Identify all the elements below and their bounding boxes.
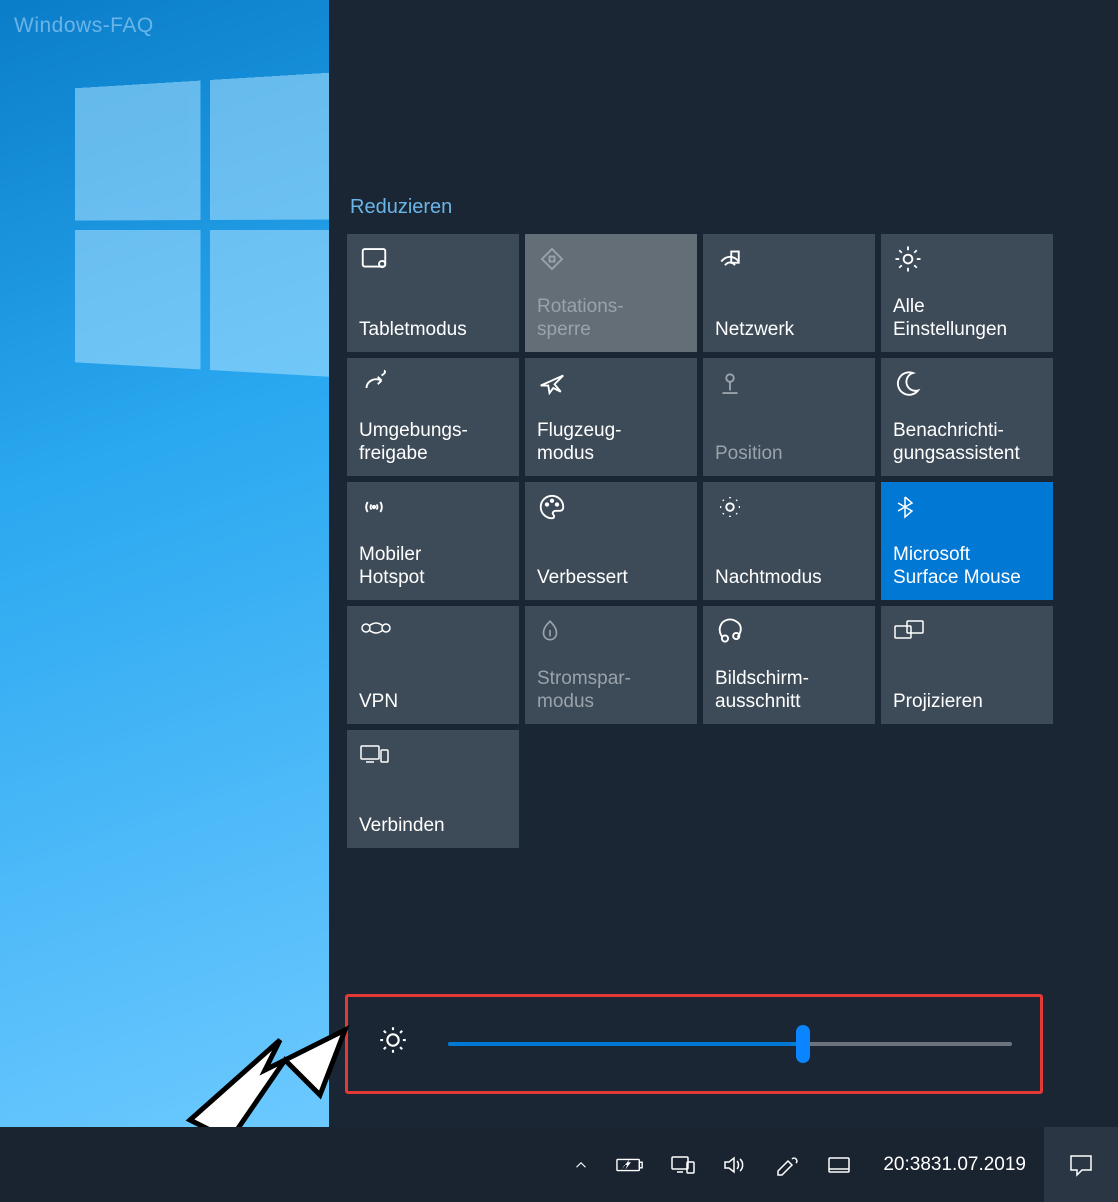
tile-location[interactable]: Position (703, 358, 875, 476)
tile-vpn[interactable]: VPN (347, 606, 519, 724)
gear-icon (893, 244, 1041, 286)
tile-tabletmode[interactable]: Tabletmodus (347, 234, 519, 352)
tile-label: Position (715, 443, 863, 466)
tile-screen-snip[interactable]: Bildschirm- ausschnitt (703, 606, 875, 724)
tile-connect[interactable]: Verbinden (347, 730, 519, 848)
tile-label: Bildschirm- ausschnitt (715, 668, 863, 714)
tile-nearby-sharing[interactable]: Umgebungs- freigabe (347, 358, 519, 476)
vpn-icon (359, 616, 507, 658)
rotation-lock-icon (537, 244, 685, 286)
tile-label: Alle Einstellungen (893, 296, 1041, 342)
tile-label: Microsoft Surface Mouse (893, 544, 1041, 590)
slider-thumb[interactable] (796, 1025, 810, 1063)
airplane-icon (537, 368, 685, 410)
tile-label: Verbessert (537, 567, 685, 590)
tablet-icon (359, 244, 507, 286)
tile-label: Flugzeug- modus (537, 420, 685, 466)
taskbar: 20:38 31.07.2019 (0, 1127, 1118, 1202)
tile-label: Umgebungs- freigabe (359, 420, 507, 466)
network-tray-icon[interactable] (657, 1127, 709, 1202)
tile-enhanced[interactable]: Verbessert (525, 482, 697, 600)
sun-dim-icon (715, 492, 863, 534)
watermark-text: Windows-FAQ (14, 14, 154, 38)
location-icon (715, 368, 863, 410)
tile-label: Verbinden (359, 815, 507, 838)
bluetooth-icon (893, 492, 1041, 534)
brightness-slider-section (345, 994, 1043, 1094)
tile-all-settings[interactable]: Alle Einstellungen (881, 234, 1053, 352)
tile-night-light[interactable]: Nachtmodus (703, 482, 875, 600)
tile-bluetooth[interactable]: Microsoft Surface Mouse (881, 482, 1053, 600)
quick-action-tiles: Tabletmodus Rotations- sperre Netzwerk A… (347, 234, 1057, 848)
taskbar-date: 31.07.2019 (931, 1153, 1026, 1177)
tile-label: Netzwerk (715, 319, 863, 342)
brightness-icon (376, 1023, 424, 1065)
collapse-link[interactable]: Reduzieren (350, 196, 452, 219)
tile-label: Tabletmodus (359, 319, 507, 342)
notification-center-button[interactable] (1044, 1127, 1118, 1202)
volume-icon[interactable] (709, 1127, 761, 1202)
tile-label: Nachtmodus (715, 567, 863, 590)
action-center-panel: Reduzieren Tabletmodus Rotations- sperre… (329, 0, 1118, 1127)
tray-chevron-up[interactable] (559, 1127, 603, 1202)
pen-icon[interactable] (761, 1127, 813, 1202)
tile-label: Stromspar- modus (537, 668, 685, 714)
project-icon (893, 616, 1041, 658)
network-icon (715, 244, 863, 286)
hotspot-icon (359, 492, 507, 534)
taskbar-clock[interactable]: 20:38 31.07.2019 (865, 1127, 1044, 1202)
task-view-icon[interactable] (813, 1127, 865, 1202)
battery-icon[interactable] (603, 1127, 657, 1202)
tile-airplane-mode[interactable]: Flugzeug- modus (525, 358, 697, 476)
eco-icon (537, 616, 685, 658)
tile-rotation-lock[interactable]: Rotations- sperre (525, 234, 697, 352)
tile-battery-saver[interactable]: Stromspar- modus (525, 606, 697, 724)
windows-logo (75, 71, 329, 389)
tile-focus-assist[interactable]: Benachrichti- gungsassistent (881, 358, 1053, 476)
connect-icon (359, 740, 507, 782)
system-tray: 20:38 31.07.2019 (559, 1127, 1118, 1202)
moon-icon (893, 368, 1041, 410)
tile-network[interactable]: Netzwerk (703, 234, 875, 352)
tile-label: VPN (359, 691, 507, 714)
brightness-slider[interactable] (448, 1042, 1012, 1046)
tile-label: Projizieren (893, 691, 1041, 714)
share-icon (359, 368, 507, 410)
tile-project[interactable]: Projizieren (881, 606, 1053, 724)
tile-mobile-hotspot[interactable]: Mobiler Hotspot (347, 482, 519, 600)
slider-fill (448, 1042, 803, 1046)
taskbar-time: 20:38 (883, 1153, 931, 1177)
tile-label: Benachrichti- gungsassistent (893, 420, 1041, 466)
tile-label: Rotations- sperre (537, 296, 685, 342)
desktop-background: Windows-FAQ (0, 0, 329, 1127)
snip-icon (715, 616, 863, 658)
palette-icon (537, 492, 685, 534)
tile-label: Mobiler Hotspot (359, 544, 507, 590)
